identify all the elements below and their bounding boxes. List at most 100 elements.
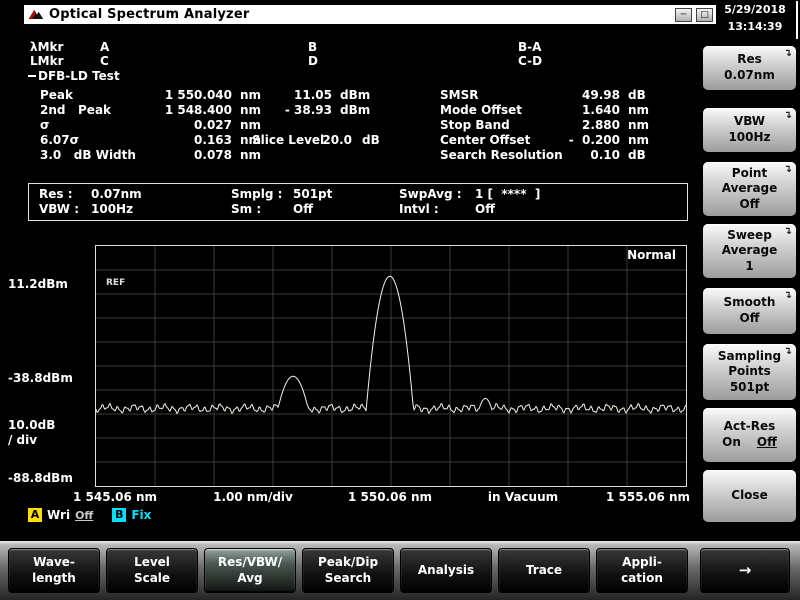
y-axis-label-bottom: -88.8dBm [8, 471, 73, 485]
softkey-line: Close [703, 488, 796, 504]
lambda-marker-label: λMkr [30, 40, 63, 54]
fkey-line: Appli- [597, 555, 687, 571]
softkey-sampling-points[interactable]: ↴ Sampling Points 501pt [703, 344, 796, 400]
act-res-off-option[interactable]: Off [757, 435, 777, 451]
softkey-line: Point [703, 166, 796, 182]
settings-row: VBW :100Hz Sm :Off Intvl :Off [39, 202, 677, 217]
brand-logo-icon [27, 8, 45, 21]
marker-b-a-label: B-A [518, 40, 541, 54]
result-label: Stop Band [440, 118, 510, 132]
result-value: - 0.200 [518, 133, 620, 147]
softkey-vbw[interactable]: ↴ VBW 100Hz [703, 108, 796, 152]
softkey-line: Res [703, 52, 796, 68]
result-value: 1 548.400 [120, 103, 232, 117]
softkey-sweep-average[interactable]: ↴ Sweep Average 1 [703, 224, 796, 278]
trace-a-state: Off [75, 509, 93, 522]
marker-d-label: D [308, 54, 318, 68]
fkey-trace[interactable]: Trace [498, 548, 590, 593]
result-unit: dB [628, 88, 646, 102]
fkey-line: Wave- [9, 555, 99, 571]
marker-a-label: A [100, 40, 109, 54]
result-row-peak: Peak 1 550.040 nm 11.05 dBm SMSR 49.98 d… [0, 88, 716, 103]
result-label: 6.07σ [40, 133, 79, 147]
result-value: 0.163 [120, 133, 232, 147]
marker-c-d-label: C-D [518, 54, 542, 68]
result-label: Mode Offset [440, 103, 522, 117]
fkey-wavelength[interactable]: Wave- length [8, 548, 100, 593]
minimize-button[interactable]: ─ [675, 8, 692, 22]
function-key-bar: Wave- length Level Scale Res/VBW/ Avg Pe… [0, 541, 800, 600]
act-res-toggle: On Off [703, 435, 796, 451]
result-row-3db-width: 3.0 dB Width 0.078 nm Search Resolution … [0, 148, 716, 163]
act-res-on-option[interactable]: On [722, 435, 741, 451]
fkey-more-button[interactable]: → [700, 548, 790, 593]
softkey-line: Points [703, 364, 796, 380]
fkey-analysis[interactable]: Analysis [400, 548, 492, 593]
fkey-res-vbw-avg[interactable]: Res/VBW/ Avg [204, 548, 296, 593]
swpavg-value: 1 [ **** ] [475, 187, 540, 202]
vbw-key: VBW : [39, 202, 91, 217]
fkey-line: Search [303, 571, 393, 587]
softkey-line: 501pt [703, 380, 796, 396]
sm-value: Off [293, 202, 313, 217]
trace-a-badge: A [28, 508, 42, 522]
y-axis-div-label: 10.0dB [8, 418, 55, 432]
spectrum-graph: Normal REF [95, 245, 687, 487]
x-axis-label-start: 1 545.06 nm [73, 490, 157, 504]
x-axis-div-label: 1.00 nm/div [213, 490, 293, 504]
result-label: 2nd Peak [40, 103, 111, 117]
legend-dash [28, 75, 36, 77]
intvl-key: Intvl : [399, 202, 475, 217]
softkey-act-res[interactable]: Act-Res On Off [703, 408, 796, 462]
result-label: SMSR [440, 88, 478, 102]
x-axis-label-center: 1 550.06 nm [348, 490, 432, 504]
sweep-settings-box: Res :0.07nm Smplg :501pt SwpAvg :1 [ ***… [28, 183, 688, 221]
softkey-line: 0.07nm [703, 68, 796, 84]
result-value2: 11.05 [258, 88, 332, 102]
smplg-value: 501pt [293, 187, 332, 202]
y-axis-label-top: 11.2dBm [8, 277, 68, 291]
fkey-level-scale[interactable]: Level Scale [106, 548, 198, 593]
submenu-arrow-icon: ↴ [784, 345, 792, 358]
wavelength-marker-row: λMkr A B B-A [0, 40, 716, 54]
trace-b-mode: Fix [131, 508, 151, 522]
intvl-value: Off [475, 202, 495, 217]
result-label: Center Offset [440, 133, 530, 147]
softkey-line: Act-Res [703, 419, 796, 435]
x-axis-label-stop: 1 555.06 nm [606, 490, 690, 504]
fkey-line: Scale [107, 571, 197, 587]
submenu-arrow-icon: ↴ [784, 47, 792, 60]
res-value: 0.07nm [91, 187, 142, 202]
softkey-smooth[interactable]: ↴ Smooth Off [703, 288, 796, 334]
settings-row: Res :0.07nm Smplg :501pt SwpAvg :1 [ ***… [39, 187, 677, 202]
softkey-point-average[interactable]: ↴ Point Average Off [703, 162, 796, 216]
osa-screen: { "titlebar": { "title": "Optical Spectr… [0, 0, 800, 600]
softkey-line: Smooth [703, 295, 796, 311]
maximize-button[interactable]: □ [696, 8, 713, 22]
result-unit: dB [628, 148, 646, 162]
ref-level-label: REF [106, 278, 125, 288]
slice-level-unit: dB [362, 133, 380, 147]
fkey-line: length [9, 571, 99, 587]
softkey-res[interactable]: ↴ Res 0.07nm [703, 46, 796, 90]
softkey-line: 1 [703, 259, 796, 275]
y-axis-label-mid: -38.8dBm [8, 371, 73, 385]
result-value: 2.880 [518, 118, 620, 132]
softkey-close[interactable]: Close [703, 470, 796, 522]
fkey-peak-dip-search[interactable]: Peak/Dip Search [302, 548, 394, 593]
result-value: 0.027 [120, 118, 232, 132]
fkey-line: Peak/Dip [303, 555, 393, 571]
smplg-key: Smplg : [231, 187, 293, 202]
sm-key: Sm : [231, 202, 293, 217]
datetime-display: 5/29/2018 13:14:39 [716, 1, 798, 39]
slice-level-value: 20.0 [316, 133, 352, 147]
result-value: 0.078 [120, 148, 232, 162]
fkey-line: Trace [499, 563, 589, 579]
submenu-arrow-icon: ↴ [784, 289, 792, 302]
softkey-line: Off [703, 311, 796, 327]
level-marker-label: LMkr [30, 54, 64, 68]
fkey-application[interactable]: Appli- cation [596, 548, 688, 593]
result-unit: nm [628, 103, 649, 117]
right-arrow-icon: → [701, 561, 789, 581]
softkey-line: Average [703, 181, 796, 197]
